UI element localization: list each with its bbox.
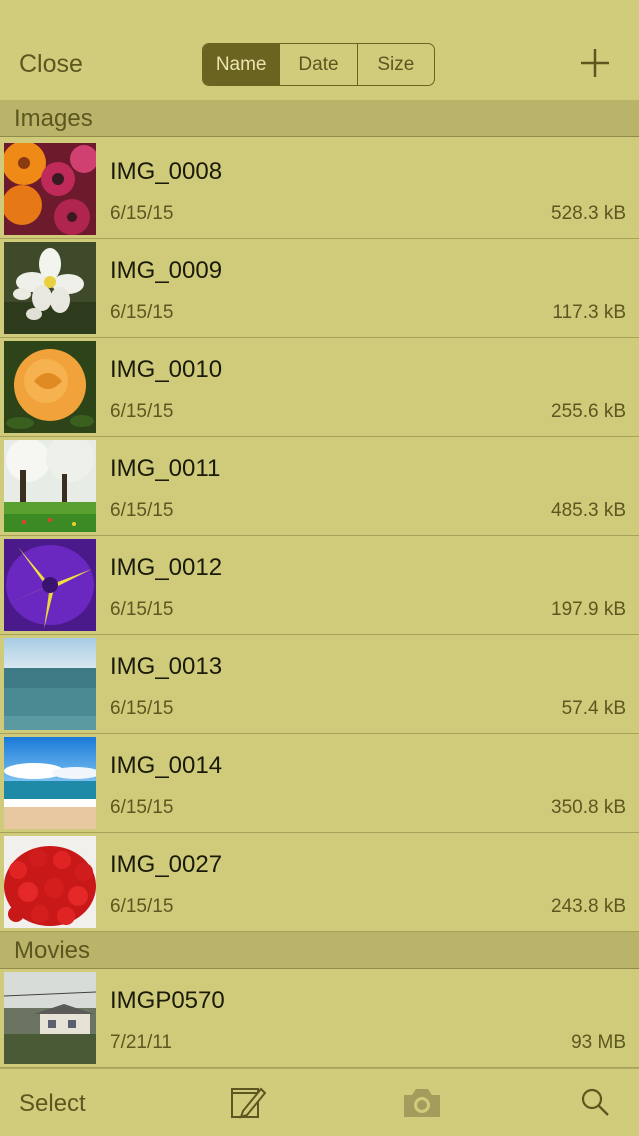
thumbnail-image (4, 539, 96, 631)
list-item[interactable]: IMG_0008 6/15/15 528.3 kB (0, 140, 639, 239)
item-size: 57.4 kB (561, 698, 626, 719)
item-date: 6/15/15 (110, 599, 174, 620)
sort-size-tab[interactable]: Size (356, 44, 434, 85)
item-name: IMG_0011 (110, 455, 221, 482)
thumbnail-image (4, 143, 96, 235)
thumbnail-image (4, 836, 96, 928)
list-item[interactable]: IMG_0013 6/15/15 57.4 kB (0, 635, 639, 734)
sort-name-tab[interactable]: Name (203, 44, 280, 85)
item-date: 6/15/15 (110, 401, 174, 422)
top-bar: Close Name Date Size (0, 0, 639, 99)
section-title: Movies (14, 937, 91, 964)
item-size: 528.3 kB (551, 203, 626, 224)
section-header-movies: Movies (0, 932, 639, 969)
item-date: 6/15/15 (110, 203, 174, 224)
item-name: IMG_0012 (110, 554, 223, 581)
list-item[interactable]: IMG_0009 6/15/15 117.3 kB (0, 239, 639, 338)
item-name: IMG_0010 (110, 356, 223, 383)
item-name: IMG_0008 (110, 158, 223, 185)
camera-icon[interactable] (402, 1085, 442, 1119)
item-size: 93 MB (571, 1032, 626, 1053)
item-size: 243.8 kB (551, 896, 626, 917)
sort-date-tab[interactable]: Date (279, 44, 356, 85)
thumbnail-image (4, 638, 96, 730)
item-size: 350.8 kB (551, 797, 626, 818)
item-size: 197.9 kB (551, 599, 626, 620)
thumbnail-image (4, 242, 96, 334)
list-item[interactable]: IMG_0010 6/15/15 255.6 kB (0, 338, 639, 437)
bottom-toolbar: Select (0, 1068, 639, 1136)
item-date: 6/15/15 (110, 302, 174, 323)
edit-icon[interactable] (229, 1083, 267, 1121)
section-title: Images (14, 105, 93, 132)
item-date: 6/15/15 (110, 797, 174, 818)
close-button[interactable]: Close (19, 50, 83, 79)
search-icon[interactable] (579, 1086, 611, 1118)
item-name: IMGP0570 (110, 987, 225, 1014)
thumbnail-image (4, 440, 96, 532)
item-name: IMG_0014 (110, 752, 223, 779)
item-size: 117.3 kB (552, 302, 626, 323)
list-item[interactable]: IMGP0570 7/21/11 93 MB (0, 969, 639, 1068)
item-date: 6/15/15 (110, 500, 174, 521)
sort-segmented-control: Name Date Size (202, 43, 435, 86)
item-name: IMG_0027 (110, 851, 223, 878)
thumbnail-image (4, 737, 96, 829)
thumbnail-image (4, 972, 96, 1064)
add-icon[interactable] (578, 46, 612, 80)
item-date: 6/15/15 (110, 698, 174, 719)
list-item[interactable]: IMG_0014 6/15/15 350.8 kB (0, 734, 639, 833)
select-button[interactable]: Select (19, 1090, 86, 1118)
list-item[interactable]: IMG_0011 6/15/15 485.3 kB (0, 437, 639, 536)
item-name: IMG_0009 (110, 257, 223, 284)
section-header-images: Images (0, 100, 639, 137)
list-item[interactable]: IMG_0012 6/15/15 197.9 kB (0, 536, 639, 635)
item-name: IMG_0013 (110, 653, 223, 680)
thumbnail-image (4, 341, 96, 433)
item-size: 255.6 kB (551, 401, 626, 422)
item-date: 7/21/11 (110, 1032, 172, 1053)
item-date: 6/15/15 (110, 896, 174, 917)
item-size: 485.3 kB (551, 500, 626, 521)
list-item[interactable]: IMG_0027 6/15/15 243.8 kB (0, 833, 639, 932)
